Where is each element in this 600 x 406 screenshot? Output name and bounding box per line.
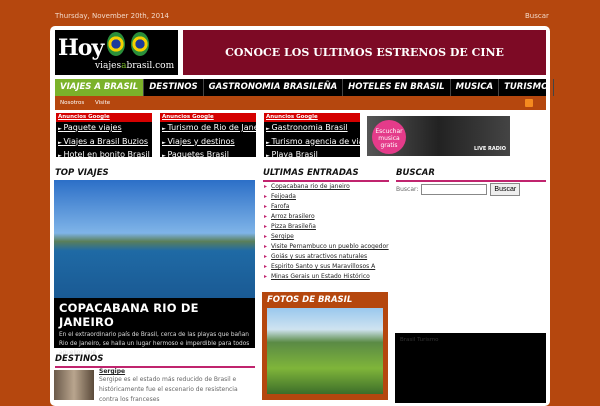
logo-text: Hoy (58, 35, 104, 61)
flag-face-icon (131, 32, 149, 56)
search-button[interactable]: Buscar (490, 183, 521, 196)
ad-link[interactable]: Hotel en bonito Brasil (56, 149, 152, 157)
buscar-heading: BUSCAR (396, 168, 546, 182)
top-viajes-caption: COPACABANA RIO DE JANEIRO En el extraord… (54, 298, 255, 356)
nav-hoteles[interactable]: HOTELES EN BRASIL (343, 79, 451, 96)
ad-header[interactable]: Anuncios Google (160, 113, 256, 122)
ad-link[interactable]: Paquetes Brasil (160, 149, 256, 157)
list-item[interactable]: Sergipe (264, 232, 389, 242)
sergipe-thumbnail[interactable] (54, 370, 94, 400)
fotos-widget: FOTOS DE BRASIL (262, 292, 388, 400)
list-item[interactable]: Arroz brasilero (264, 212, 389, 222)
nav-musica[interactable]: MUSICA (451, 79, 500, 96)
destinos-heading: DESTINOS (55, 354, 255, 368)
main-nav: VIAJES A BRASIL DESTINOS GASTRONOMIA BRA… (55, 79, 555, 96)
nav-destinos[interactable]: DESTINOS (144, 79, 204, 96)
ad-link[interactable]: Playa Brasil (264, 149, 360, 157)
date: Thursday, November 20th, 2014 (55, 12, 169, 20)
cine-banner[interactable]: CONOCE LOS ULTIMOS ESTRENOS DE CINE (183, 30, 546, 75)
search-form: Buscar: Buscar (396, 183, 521, 196)
list-item[interactable]: Pizza Brasileña (264, 222, 389, 232)
google-ad-block: Anuncios Google Paquete viajes Viajes a … (56, 113, 152, 157)
ad-link[interactable]: Turismo agencia de viajes (264, 136, 360, 150)
brasil-turismo-widget: Brasil Turismo (395, 333, 546, 403)
ad-header[interactable]: Anuncios Google (56, 113, 152, 122)
ultimas-list: Copacabana rio de janeiro Feijoada Farof… (264, 182, 389, 282)
list-item[interactable]: Minas Gerais un Estado Histórico (264, 272, 389, 282)
ad-link[interactable]: Viajes y destinos (160, 136, 256, 150)
list-item[interactable]: Copacabana rio de janeiro (264, 182, 389, 192)
rss-icon[interactable] (525, 99, 533, 107)
ad-link[interactable]: Gastronomia Brasil (264, 122, 360, 136)
destinos-item-title[interactable]: Sergipe (99, 368, 254, 375)
copacabana-image[interactable] (54, 180, 255, 298)
radio-banner[interactable]: Escuchar musica gratis LIVE RADIO (367, 116, 510, 156)
ad-link[interactable]: Viajes a Brasil Buzios (56, 136, 152, 150)
featured-title[interactable]: COPACABANA RIO DE JANEIRO (59, 301, 250, 329)
google-ad-block: Anuncios Google Turismo de Rio de Janeir… (160, 113, 256, 157)
logo-domain: viajesabrasil.com (95, 61, 175, 71)
nav-turismo[interactable]: TURISMO (499, 79, 555, 96)
list-item[interactable]: Visite Pernambuco un pueblo acogedor (264, 242, 389, 252)
subnav-visite[interactable]: Visite (95, 100, 110, 106)
list-item[interactable]: Farofa (264, 202, 389, 212)
brasil-photo[interactable] (267, 308, 383, 394)
ultimas-heading: ULTIMAS ENTRADAS (263, 168, 389, 182)
fotos-heading: FOTOS DE BRASIL (267, 295, 353, 305)
radio-text: Escuchar musica gratis (372, 120, 406, 154)
google-ad-block: Anuncios Google Gastronomia Brasil Turis… (264, 113, 360, 157)
destinos-item-text: Sergipe es el estado más reducido de Bra… (99, 376, 238, 403)
destinos-item: Sergipe Sergipe es el estado más reducid… (99, 368, 254, 405)
top-search-link[interactable]: Buscar (525, 12, 549, 20)
list-item[interactable]: Goiás y sus atractivos naturales (264, 252, 389, 262)
nav-gastronomia[interactable]: GASTRONOMIA BRASILEÑA (204, 79, 344, 96)
search-label: Buscar: (396, 186, 419, 193)
search-input[interactable] (421, 184, 488, 195)
nav-viajes-a-brasil[interactable]: VIAJES A BRASIL (55, 79, 145, 96)
site-logo[interactable]: Hoy viajesabrasil.com (55, 30, 178, 75)
list-item[interactable]: Espirito Santo y sus Maravillosos A (264, 262, 389, 272)
sub-nav: Nosotros Visite (55, 96, 546, 110)
ad-header[interactable]: Anuncios Google (264, 113, 360, 122)
list-item[interactable]: Feijoada (264, 192, 389, 202)
widget-title: Brasil Turismo (400, 337, 439, 343)
ad-link[interactable]: Turismo de Rio de Janeiro (160, 122, 256, 136)
live-radio-badge: LIVE RADIO (473, 146, 506, 152)
subnav-nosotros[interactable]: Nosotros (60, 100, 84, 106)
flag-face-icon (107, 32, 125, 56)
ad-link[interactable]: Paquete viajes (56, 122, 152, 136)
